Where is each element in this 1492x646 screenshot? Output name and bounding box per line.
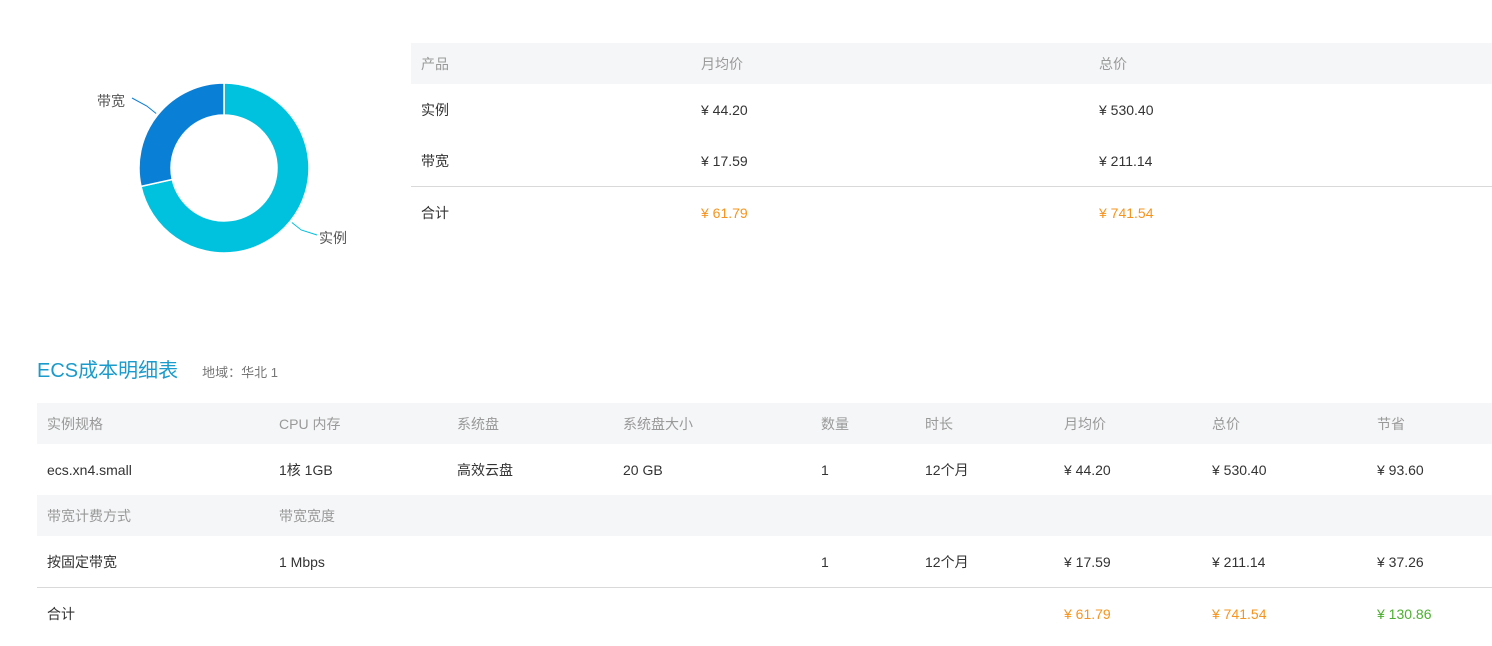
summary-cell-total: ¥ 530.40 [1099, 101, 1154, 118]
header-total-price: 总价 [1212, 415, 1240, 432]
cell-quantity: 1 [821, 461, 829, 478]
cell-bandwidth-billing: 按固定带宽 [47, 553, 117, 570]
summary-total-row: 合计 ¥ 61.79 ¥ 741.54 [411, 186, 1492, 239]
cell-duration: 12个月 [925, 553, 969, 570]
summary-cell-product: 实例 [421, 101, 449, 118]
cell-total-price: ¥ 211.14 [1212, 553, 1266, 570]
cell-duration: 12个月 [925, 461, 969, 478]
summary-total-label: 合计 [421, 205, 449, 221]
detail-total-monthly: ¥ 61.79 [1064, 606, 1111, 622]
cell-monthly-price: ¥ 44.20 [1064, 461, 1111, 478]
header-monthly-price: 月均价 [1064, 415, 1106, 432]
header-cpu-memory: CPU 内存 [279, 415, 341, 432]
cell-instance-spec: ecs.xn4.small [47, 461, 132, 478]
table-row: 实例 ¥ 44.20 ¥ 530.40 [411, 84, 1492, 135]
detail-total-price: ¥ 741.54 [1212, 606, 1267, 622]
cost-donut-chart: 带宽 实例 [80, 62, 380, 282]
detail-section-header: ECS成本明细表 地域：华北 1 [37, 354, 278, 383]
instance-header-row: 实例规格 CPU 内存 系统盘 系统盘大小 数量 时长 月均价 总价 节省 [37, 403, 1492, 444]
summary-total-monthly: ¥ 61.79 [701, 205, 748, 221]
donut-label-bandwidth: 带宽 [97, 93, 125, 109]
header-quantity: 数量 [821, 415, 849, 432]
cell-monthly-price: ¥ 17.59 [1064, 553, 1111, 570]
cell-system-disk: 高效云盘 [457, 461, 513, 478]
donut-svg [131, 82, 318, 254]
table-row: ecs.xn4.small 1核 1GB 高效云盘 20 GB 1 12个月 ¥… [37, 444, 1492, 495]
cell-savings: ¥ 93.60 [1377, 461, 1424, 478]
detail-title: ECS成本明细表 [37, 360, 179, 382]
summary-header-monthly: 月均价 [701, 55, 743, 72]
summary-header-row: 产品 月均价 总价 [411, 43, 1492, 84]
summary-total-price: ¥ 741.54 [1099, 205, 1154, 221]
detail-total-savings: ¥ 130.86 [1377, 606, 1432, 622]
header-duration: 时长 [925, 415, 953, 432]
cell-cpu-memory: 1核 1GB [279, 461, 333, 478]
header-bandwidth-billing: 带宽计费方式 [47, 507, 131, 524]
region-label: 地域：华北 1 [202, 365, 278, 380]
header-bandwidth-width: 带宽宽度 [279, 507, 335, 524]
header-system-disk: 系统盘 [457, 415, 499, 432]
cell-disk-size: 20 GB [623, 461, 663, 478]
table-row: 按固定带宽 1 Mbps 1 12个月 ¥ 17.59 ¥ 211.14 ¥ 3… [37, 536, 1492, 587]
cell-savings: ¥ 37.26 [1377, 553, 1424, 570]
bandwidth-header-row: 带宽计费方式 带宽宽度 [37, 495, 1492, 536]
summary-cell-product: 带宽 [421, 152, 449, 169]
cell-total-price: ¥ 530.40 [1212, 461, 1267, 478]
detail-total-row: 合计 ¥ 61.79 ¥ 741.54 ¥ 130.86 [37, 587, 1492, 640]
donut-slice-bandwidth [138, 82, 225, 188]
summary-cell-monthly: ¥ 44.20 [701, 101, 748, 118]
donut-leader-bandwidth [131, 97, 157, 114]
donut-leader-instance [291, 222, 318, 236]
summary-header-product: 产品 [421, 55, 449, 72]
summary-header-total: 总价 [1099, 55, 1127, 72]
summary-table: 产品 月均价 总价 实例 ¥ 44.20 ¥ 530.40 带宽 ¥ 17.59… [411, 43, 1492, 239]
detail-table: 实例规格 CPU 内存 系统盘 系统盘大小 数量 时长 月均价 总价 节省 ec… [37, 403, 1492, 640]
summary-cell-monthly: ¥ 17.59 [701, 152, 748, 169]
table-row: 带宽 ¥ 17.59 ¥ 211.14 [411, 135, 1492, 186]
donut-label-instance: 实例 [319, 230, 347, 246]
detail-total-label: 合计 [47, 606, 75, 622]
cell-quantity: 1 [821, 553, 829, 570]
header-disk-size: 系统盘大小 [623, 415, 693, 432]
header-instance-spec: 实例规格 [47, 415, 103, 432]
header-savings: 节省 [1377, 415, 1405, 432]
summary-cell-total: ¥ 211.14 [1099, 152, 1153, 169]
cell-bandwidth-width: 1 Mbps [279, 553, 325, 570]
